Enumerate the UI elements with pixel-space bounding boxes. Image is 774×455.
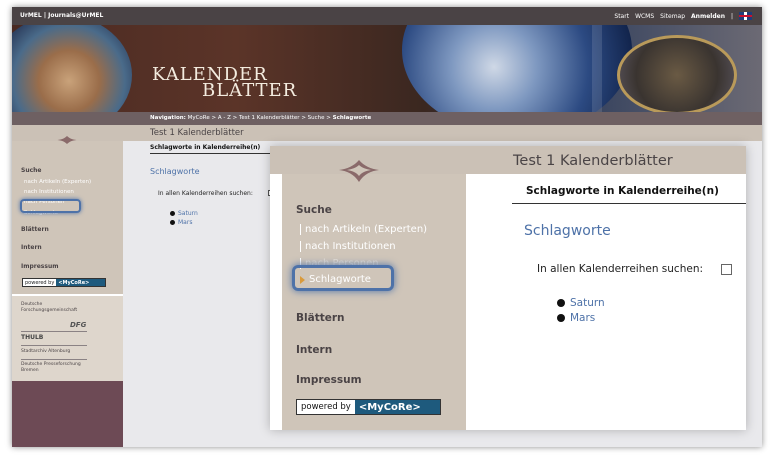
zoom-sidebar-section-blaettern[interactable]: Blättern [296, 312, 345, 324]
link-start[interactable]: Start [614, 13, 629, 20]
uk-flag-icon[interactable] [739, 12, 752, 20]
content-crumb: Schlagworte in Kalenderreihe(n) [150, 144, 261, 151]
divider [21, 331, 87, 332]
dfg-text-2: Forschungsgemeinschaft [21, 308, 78, 313]
armillary-sphere-image [617, 35, 737, 112]
ornament-icon [56, 136, 78, 144]
top-links: Start WCMS Sitemap Anmelden | [614, 12, 752, 20]
list-item[interactable]: Mars [557, 312, 595, 324]
sidebar-item-institutionen[interactable]: nach Institutionen [24, 189, 74, 195]
sidebar-item-artikeln[interactable]: nach Artikeln (Experten) [24, 179, 91, 185]
list-item[interactable]: Saturn [557, 297, 605, 309]
pressefor-link-1[interactable]: Deutsche Pressefor­schung [21, 362, 81, 367]
divider [21, 359, 87, 360]
zoom-sidebar-item-institutionen[interactable]: nach Institutionen [300, 241, 396, 252]
sidebar-section-blaettern[interactable]: Blättern [21, 226, 49, 233]
partner-logos: Deutsche Forschungsgemeinschaft DFG THUL… [12, 294, 123, 381]
bullet-icon [557, 314, 565, 322]
bullet-icon [557, 299, 565, 307]
bullet-icon [170, 211, 175, 216]
link-sitemap[interactable]: Sitemap [660, 13, 685, 20]
fresco-image [12, 25, 132, 112]
breadcrumb-current: Schlagworte [332, 115, 372, 121]
site-title[interactable]: UrMEL | Journals@UrMEL [20, 12, 103, 19]
breadcrumb-path[interactable]: MyCoRe > A - Z > Test 1 Kalenderblätter … [188, 115, 331, 121]
kalenderblaetter-logo[interactable]: KALENDER BLÄTTER [152, 66, 297, 100]
separator: | [730, 12, 733, 20]
zoom-sidebar-menu: Suche nach Artikeln (Experten) nach Inst… [282, 174, 466, 430]
content-heading: Schlagworte [150, 167, 200, 176]
page-title: Test 1 Kalenderblätter [150, 128, 244, 138]
dfg-logo[interactable]: DFG [70, 321, 86, 329]
highlight-ring [20, 199, 81, 213]
search-all-label: In allen Kalenderreihen suchen: [158, 190, 253, 197]
page-title-bar: Test 1 Kalenderblätter [12, 125, 762, 141]
banner-column [592, 25, 602, 112]
zoom-content-crumb: Schlagworte in Kalenderreihe(n) [526, 185, 719, 197]
list-item[interactable]: Mars [170, 219, 192, 226]
zoom-overlay: Test 1 Kalenderblätter Suche nach Artike… [270, 146, 746, 430]
divider [150, 153, 285, 154]
zoom-sidebar-section-impressum[interactable]: Impressum [296, 374, 362, 386]
breadcrumb: Navigation: MyCoRe > A - Z > Test 1 Kale… [12, 112, 762, 125]
zoom-search-all-label: In allen Kalenderreihen suchen: [537, 263, 704, 275]
browser-frame: UrMEL | Journals@UrMEL Start WCMS Sitema… [12, 7, 762, 447]
divider [21, 345, 87, 346]
zoom-highlight-ring [292, 265, 394, 291]
zoom-sidebar-item-artikeln[interactable]: nach Artikeln (Experten) [300, 224, 427, 235]
login-link[interactable]: Anmelden [691, 13, 725, 20]
zoom-sidebar-section-suche[interactable]: Suche [296, 204, 332, 216]
header-banner: KALENDER BLÄTTER [12, 25, 762, 112]
zoom-ornament-icon [339, 160, 379, 182]
top-bar: UrMEL | Journals@UrMEL Start WCMS Sitema… [12, 7, 762, 25]
divider [512, 203, 746, 204]
dfg-text-1: Deutsche [21, 302, 43, 307]
sidebar-section-impressum[interactable]: Impressum [21, 263, 58, 270]
list-item[interactable]: Saturn [170, 210, 198, 217]
sidebar-section-suche[interactable]: Suche [21, 167, 42, 174]
zoom-search-all-checkbox[interactable] [721, 264, 732, 275]
zoom-content-heading: Schlagworte [524, 223, 611, 239]
sidebar: Suche nach Artikeln (Experten) nach Inst… [12, 136, 123, 447]
sidebar-footer [12, 381, 123, 447]
zoom-powered-by-mycore-badge[interactable]: powered by <MyCoRe> [296, 399, 441, 415]
bullet-icon [170, 220, 175, 225]
sidebar-menu: Suche nach Artikeln (Experten) nach Inst… [12, 136, 123, 294]
pressefor-link-2[interactable]: Bremen [21, 368, 39, 373]
link-wcms[interactable]: WCMS [635, 13, 654, 20]
zoom-sidebar-section-intern[interactable]: Intern [296, 344, 332, 356]
sidebar-section-intern[interactable]: Intern [21, 244, 42, 251]
breadcrumb-label: Navigation: [150, 115, 186, 121]
zoom-page-title: Test 1 Kalenderblätter [513, 153, 673, 169]
thulb-logo[interactable]: THULB [21, 334, 43, 341]
powered-by-mycore-badge[interactable]: powered by <MyCoRe> [22, 278, 106, 287]
stadtarchiv-link[interactable]: Stadtarchiv Altenburg [21, 349, 70, 354]
